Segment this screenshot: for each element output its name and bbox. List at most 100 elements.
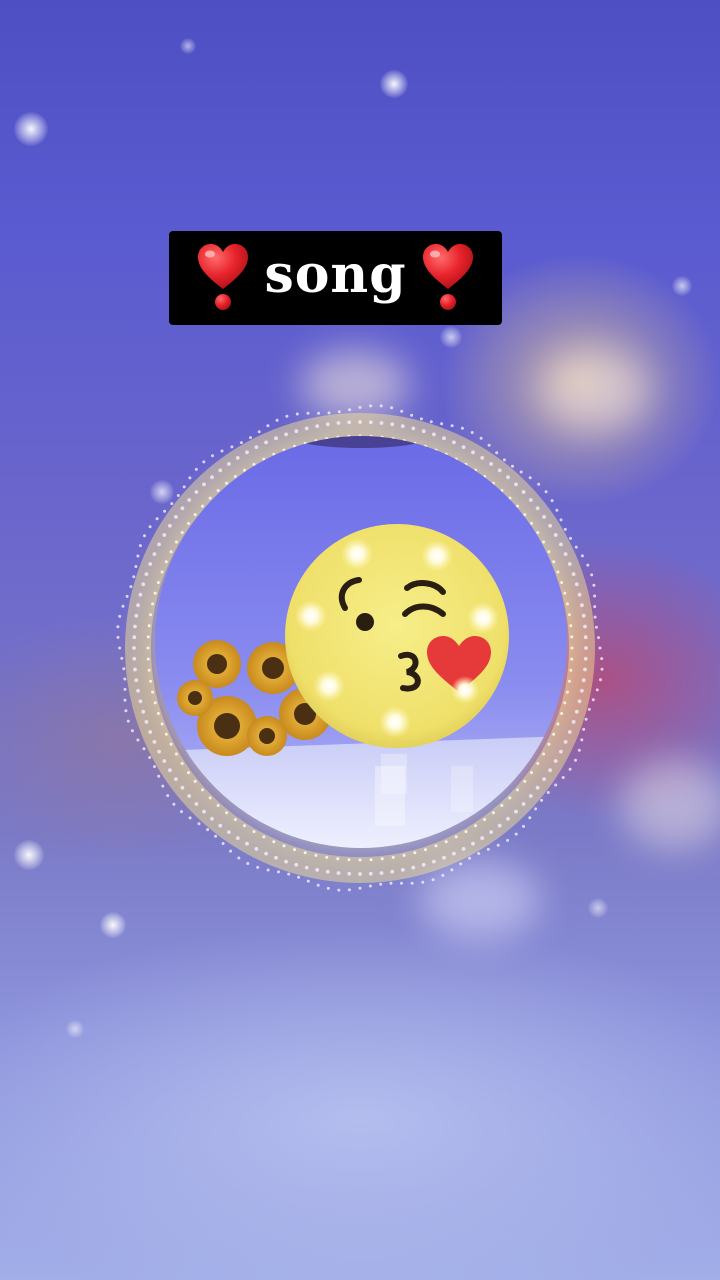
- visualizer-dot: [379, 882, 383, 886]
- visualizer-dot: [285, 414, 289, 418]
- visualizer-dot: [138, 544, 142, 548]
- visualizer-dot: [169, 550, 173, 554]
- visualizer-dot: [146, 646, 150, 650]
- visualizer-dot: [580, 688, 584, 693]
- visualizer-dot: [583, 656, 588, 661]
- visualizer-dot: [120, 656, 124, 660]
- visualizer-dot: [537, 482, 541, 486]
- visualizer-dot: [547, 742, 551, 746]
- visualizer-dot: [153, 591, 157, 595]
- visualizer-dot: [523, 779, 527, 783]
- visualizer-dot: [440, 422, 444, 426]
- visualizer-dot: [411, 865, 416, 870]
- visualizer-dot: [162, 533, 167, 537]
- visualizer-dot: [348, 408, 352, 412]
- visualizer-dot: [368, 420, 373, 425]
- visualizer-dot: [542, 540, 546, 544]
- visualizer-dot: [470, 431, 474, 434]
- visualizer-dot: [152, 740, 157, 744]
- visualizer-dot: [506, 475, 510, 480]
- visualizer-dot: [569, 536, 572, 540]
- visualizer-dot: [400, 409, 404, 413]
- visualizer-dot: [570, 635, 574, 639]
- visualizer-dot: [211, 454, 214, 458]
- visualizer-dot: [174, 777, 178, 781]
- visualizer-dot: [583, 635, 588, 640]
- visualizer-dot: [161, 784, 165, 788]
- visualizer-dot: [583, 667, 587, 672]
- visualizer-dot: [293, 848, 296, 852]
- title-banner: song: [169, 231, 502, 325]
- visualizer-dot: [480, 836, 485, 840]
- visualizer-dot: [568, 767, 572, 771]
- visualizer-dot: [542, 777, 546, 781]
- visualizer-dot: [163, 509, 167, 513]
- visualizer-dot: [480, 456, 485, 460]
- visualizer-dot: [274, 436, 278, 441]
- visualizer-dot: [548, 768, 552, 773]
- visualizer-dot: [514, 809, 518, 814]
- visualizer-dot: [218, 823, 223, 828]
- visualizer-dot: [245, 450, 249, 455]
- visualizer-dot: [133, 624, 137, 629]
- visualizer-dot: [461, 445, 466, 449]
- visualizer-dot: [148, 756, 152, 759]
- visualizer-dot: [491, 811, 495, 815]
- visualizer-dot: [559, 542, 563, 547]
- visualizer-dot: [577, 699, 582, 704]
- visualizer-dot: [595, 688, 599, 692]
- visualizer-dot: [123, 677, 127, 681]
- visualizer-dot: [160, 570, 164, 574]
- visualizer-dot: [570, 646, 574, 650]
- visualizer-dot: [157, 749, 161, 754]
- visualizer-dot: [193, 513, 197, 517]
- visualizer-dot: [358, 886, 362, 890]
- visualizer-dot: [187, 771, 190, 775]
- visualizer-dot: [214, 834, 218, 838]
- visualizer-dot: [132, 575, 136, 579]
- visualizer-dot: [180, 762, 184, 765]
- visualizer-dot: [176, 494, 180, 497]
- visualizer-dot: [536, 762, 540, 765]
- visualizer-dot: [187, 521, 190, 525]
- visualizer-dot: [506, 816, 510, 821]
- visualizer-dot: [315, 868, 320, 872]
- visualizer-dot: [132, 635, 137, 640]
- visualizer-dot: [432, 432, 436, 437]
- visualizer-dot: [136, 738, 140, 742]
- visualizer-dot: [556, 722, 560, 726]
- visualizer-dot: [208, 796, 212, 800]
- visualizer-dot: [325, 869, 330, 874]
- visualizer-dot: [489, 830, 493, 834]
- visualizer-dot: [514, 482, 518, 487]
- visualizer-dot: [459, 862, 463, 866]
- visualizer-dot: [411, 426, 416, 431]
- visualizer-dot: [170, 502, 174, 506]
- visualizer-dot: [419, 417, 423, 421]
- visualizer-dot: [496, 843, 500, 847]
- visualizer-dot: [233, 818, 237, 821]
- visualizer-dot: [559, 518, 563, 522]
- visualizer-dot: [468, 856, 471, 860]
- visualizer-dot: [277, 870, 280, 874]
- visualizer-dot: [483, 818, 487, 821]
- visualizer-dot: [336, 421, 341, 425]
- visualizer-dot: [535, 785, 540, 790]
- visualizer-dot: [432, 859, 436, 864]
- visualizer-dot: [542, 752, 546, 756]
- visualizer-dot: [552, 560, 556, 564]
- visualizer-dot: [521, 490, 526, 494]
- bokeh-particle: [14, 112, 48, 146]
- visualizer-dot: [125, 594, 129, 598]
- visualizer-dot: [508, 796, 512, 800]
- visualizer-dot: [180, 785, 185, 790]
- visualizer-dot: [599, 678, 602, 682]
- visualizer-dot: [180, 506, 185, 511]
- visualizer-dot: [569, 624, 573, 628]
- visualizer-dot: [563, 701, 567, 705]
- visualizer-dot: [528, 794, 533, 798]
- visualizer-dot: [327, 411, 331, 415]
- visualizer-dot: [400, 881, 403, 885]
- visualizer-dot: [138, 699, 143, 704]
- visualizer-dot: [220, 449, 224, 453]
